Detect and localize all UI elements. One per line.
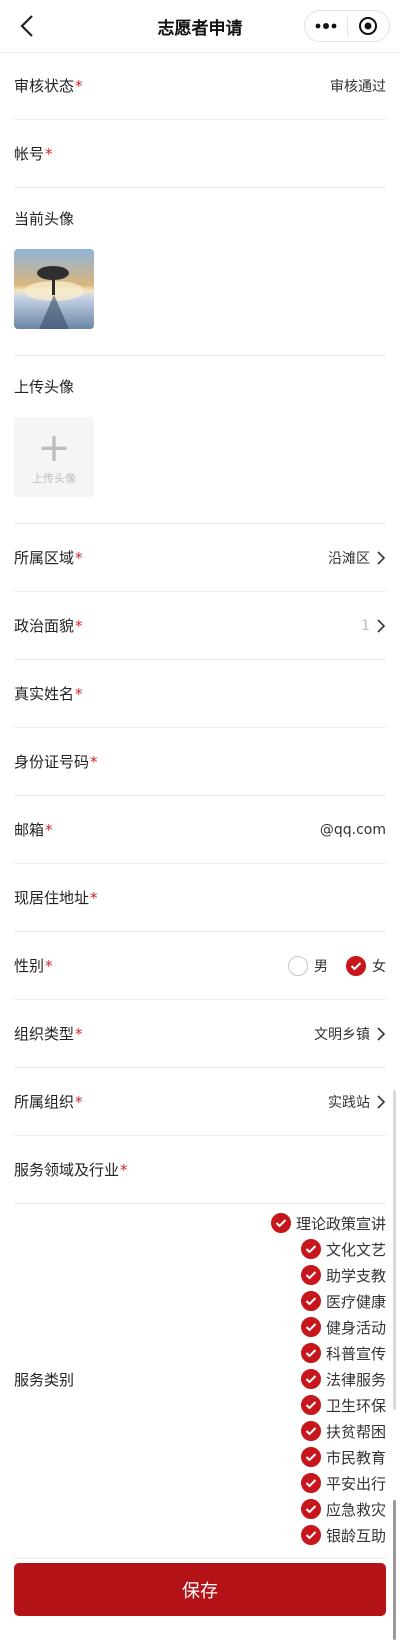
id-number-row[interactable]: 身份证号码* [14,728,386,796]
checkbox-checked-icon [300,1473,321,1493]
service-category-item-label: 法律服务 [325,1370,386,1389]
chevron-right-icon [377,550,386,565]
service-category-item[interactable]: 市民教育 [300,1444,386,1470]
plus-icon: + [37,425,71,471]
region-label: 所属区域* [14,549,83,567]
real-name-label: 真实姓名* [14,685,83,703]
avatar [14,249,94,329]
service-category-item[interactable]: 科普宣传 [300,1340,386,1366]
service-category-item[interactable]: 助学支教 [300,1262,386,1288]
service-category-item-label: 银龄互助 [325,1526,386,1545]
current-avatar-row: 当前头像 [14,188,386,356]
service-field-row[interactable]: 服务领域及行业* [14,1136,386,1204]
upload-avatar-row: 上传头像 + 上传头像 [14,356,386,524]
region-row[interactable]: 所属区域* 沿滩区 [14,524,386,592]
upload-avatar-text: 上传头像 [32,472,76,485]
upload-avatar-label: 上传头像 [14,378,75,396]
service-category-item-label: 理论政策宣讲 [295,1214,386,1233]
volunteer-form: 审核状态* 审核通过 帐号* 当前头像 上传头像 + 上传头像 所属区域* 沿滩… [0,52,400,1559]
organization-row[interactable]: 所属组织* 实践站 [14,1068,386,1136]
radio-checked-icon [346,955,366,976]
upload-avatar-button[interactable]: + 上传头像 [14,417,94,497]
checkbox-checked-icon [300,1317,321,1337]
audit-status-value: 审核通过 [330,78,386,95]
checkbox-checked-icon [300,1369,321,1389]
service-field-label: 服务领域及行业* [14,1161,128,1179]
service-category-item[interactable]: 法律服务 [300,1366,386,1392]
checkbox-checked-icon [300,1343,321,1363]
mini-program-capsule [304,10,390,42]
nav-bar: 志愿者申请 [0,0,400,53]
back-arrow-icon[interactable] [16,12,40,40]
service-category-item[interactable]: 卫生环保 [300,1392,386,1418]
scrollbar-track [393,1090,396,1410]
checkbox-checked-icon [300,1291,321,1311]
service-category-item-label: 医疗健康 [325,1292,386,1311]
service-category-item-label: 健身活动 [325,1318,386,1337]
service-category-item-label: 卫生环保 [325,1396,386,1415]
service-category-item-label: 应急救灾 [325,1500,386,1519]
organization-value: 实践站 [328,1094,370,1111]
service-category-item[interactable]: 扶贫帮困 [300,1418,386,1444]
org-type-value: 文明乡镇 [314,1026,370,1043]
service-category-item-label: 文化文艺 [325,1240,386,1259]
service-category-item-label: 扶贫帮困 [325,1422,386,1441]
address-row[interactable]: 现居住地址* [14,864,386,932]
service-category-item-label: 市民教育 [325,1448,386,1467]
id-number-label: 身份证号码* [14,753,98,771]
service-category-item-label: 平安出行 [325,1474,386,1493]
gender-option-female[interactable]: 女 [346,955,386,976]
scrollbar-thumb[interactable] [393,1500,396,1640]
checkbox-checked-icon [300,1395,321,1415]
checkbox-checked-icon [300,1447,321,1467]
chevron-right-icon [377,618,386,633]
political-label: 政治面貌* [14,617,83,635]
region-value: 沿滩区 [328,550,370,567]
email-value: @qq.com [319,821,386,838]
chevron-right-icon [377,1026,386,1041]
service-category-label: 服务类别 [14,1370,75,1389]
service-category-item-label: 科普宣传 [325,1344,386,1363]
save-button[interactable]: 保存 [14,1563,386,1616]
account-label: 帐号* [14,145,53,163]
real-name-row[interactable]: 真实姓名* [14,660,386,728]
checkbox-checked-icon [300,1265,321,1285]
current-avatar-label: 当前头像 [14,210,75,228]
address-label: 现居住地址* [14,889,98,907]
service-category-item[interactable]: 理论政策宣讲 [270,1210,386,1236]
service-category-item-label: 助学支教 [325,1266,386,1285]
service-category-item[interactable]: 文化文艺 [300,1236,386,1262]
org-type-label: 组织类型* [14,1025,83,1043]
email-label: 邮箱* [14,821,53,839]
audit-status-label: 审核状态* [14,77,83,95]
service-category-item[interactable]: 平安出行 [300,1470,386,1496]
service-category-row: 服务类别 理论政策宣讲文化文艺助学支教医疗健康健身活动科普宣传法律服务卫生环保扶… [14,1204,386,1559]
service-category-item[interactable]: 银龄互助 [300,1522,386,1548]
page-title: 志愿者申请 [157,18,243,39]
org-type-row[interactable]: 组织类型* 文明乡镇 [14,1000,386,1068]
checkbox-checked-icon [300,1239,321,1259]
email-row[interactable]: 邮箱* @qq.com [14,796,386,864]
checkbox-checked-icon [300,1421,321,1441]
close-target-icon[interactable] [347,11,389,41]
political-row[interactable]: 政治面貌* 1 [14,592,386,660]
gender-row: 性别* 男 女 [14,932,386,1000]
service-category-list: 理论政策宣讲文化文艺助学支教医疗健康健身活动科普宣传法律服务卫生环保扶贫帮困市民… [134,1210,386,1548]
political-value: 1 [361,617,370,634]
gender-option-male[interactable]: 男 [288,955,328,976]
gender-label: 性别* [14,957,53,975]
checkbox-checked-icon [300,1525,321,1545]
account-row[interactable]: 帐号* [14,120,386,188]
audit-status-row: 审核状态* 审核通过 [14,52,386,120]
service-category-item[interactable]: 应急救灾 [300,1496,386,1522]
radio-unchecked-icon [288,955,308,976]
service-category-item[interactable]: 医疗健康 [300,1288,386,1314]
chevron-right-icon [377,1094,386,1109]
checkbox-checked-icon [270,1213,291,1233]
organization-label: 所属组织* [14,1093,83,1111]
checkbox-checked-icon [300,1499,321,1519]
more-icon[interactable] [305,11,347,41]
service-category-item[interactable]: 健身活动 [300,1314,386,1340]
